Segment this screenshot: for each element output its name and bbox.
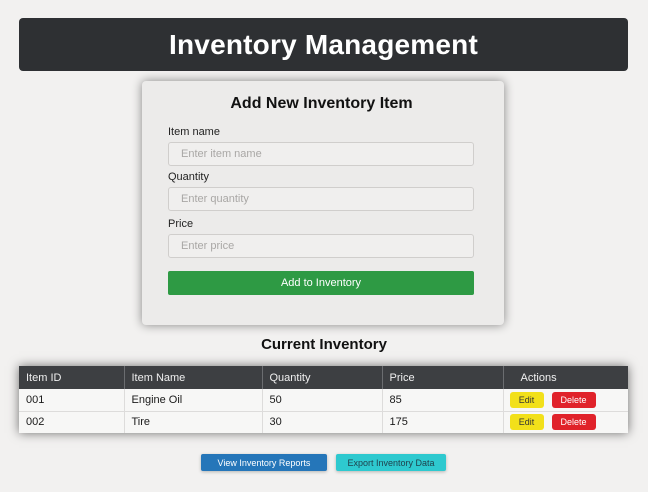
table-row: 002 Tire 30 175 Edit Delete <box>19 411 628 433</box>
actions-cell: Edit Delete <box>503 411 628 433</box>
inventory-table: Item ID Item Name Quantity Price Actions… <box>19 366 628 433</box>
app-header: Inventory Management <box>19 18 628 71</box>
table-row: 001 Engine Oil 50 85 Edit Delete <box>19 389 628 411</box>
column-header-actions: Actions <box>520 371 557 384</box>
column-header-quantity: Quantity <box>262 366 383 389</box>
item-name-group: Item name <box>168 126 475 166</box>
inventory-page: Inventory Management Add New Inventory I… <box>0 0 648 492</box>
item-name-cell: Tire <box>124 411 263 433</box>
column-header-item-name: Item Name <box>124 366 263 389</box>
page-title: Inventory Management <box>169 28 478 60</box>
table-header-row: Item ID Item Name Quantity Price Actions <box>19 366 628 389</box>
price-cell: 175 <box>382 411 504 433</box>
item-id-cell: 002 <box>19 411 125 433</box>
item-id-cell: 001 <box>19 389 125 411</box>
item-name-cell: Engine Oil <box>124 389 263 411</box>
delete-button[interactable]: Delete <box>551 414 596 431</box>
form-title: Add New Inventory Item <box>230 95 413 112</box>
price-label: Price <box>168 218 194 230</box>
quantity-label: Quantity <box>168 171 209 183</box>
delete-button[interactable]: Delete <box>551 391 596 408</box>
export-data-button[interactable]: Export Inventory Data <box>336 454 446 471</box>
actions-cell: Edit Delete <box>503 389 628 411</box>
column-header-price: Price <box>382 366 504 389</box>
quantity-cell: 50 <box>262 389 383 411</box>
inventory-section-title: Current Inventory <box>261 336 387 353</box>
add-to-inventory-button[interactable]: Add to Inventory <box>168 271 474 295</box>
edit-button[interactable]: Edit <box>509 391 544 408</box>
quantity-cell: 30 <box>262 411 383 433</box>
price-group: Price <box>168 218 475 258</box>
item-name-label: Item name <box>168 126 220 138</box>
quantity-group: Quantity <box>168 171 475 211</box>
add-item-form: Add New Inventory Item Item name Quantit… <box>142 81 504 325</box>
view-reports-button[interactable]: View Inventory Reports <box>201 454 327 471</box>
price-cell: 85 <box>382 389 504 411</box>
quantity-input[interactable] <box>168 187 474 211</box>
item-name-input[interactable] <box>168 142 474 166</box>
edit-button[interactable]: Edit <box>509 414 544 431</box>
column-header-item-id: Item ID <box>19 366 125 389</box>
price-input[interactable] <box>168 234 474 258</box>
